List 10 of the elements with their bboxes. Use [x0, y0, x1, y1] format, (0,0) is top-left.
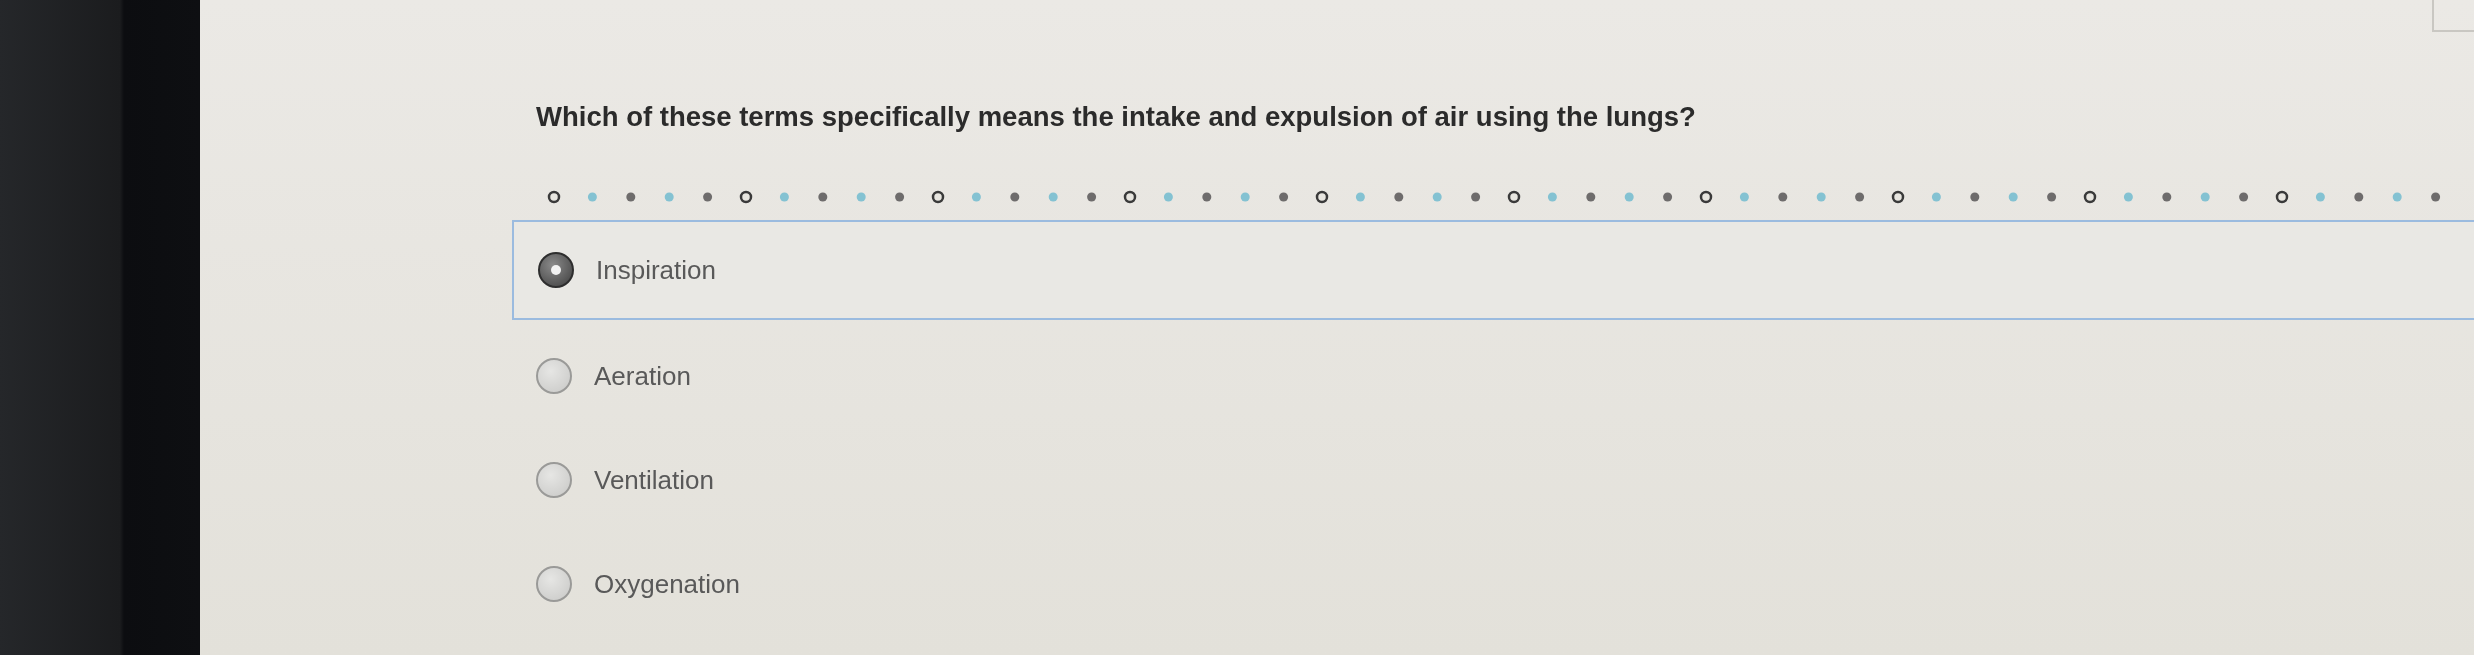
radio-button[interactable]	[536, 462, 572, 498]
radio-button[interactable]	[538, 252, 574, 288]
question-text: Which of these terms specifically means the intake and expulsion of air using the lungs?	[536, 100, 1696, 134]
answer-option[interactable]: Inspiration	[512, 220, 2474, 320]
radio-button[interactable]	[536, 566, 572, 602]
answer-option[interactable]: Aeration	[512, 324, 701, 428]
card-edge	[2432, 0, 2474, 32]
answer-option[interactable]: Ventilation	[512, 428, 724, 532]
answer-option[interactable]: Oxygenation	[512, 532, 750, 636]
radio-button[interactable]	[536, 358, 572, 394]
